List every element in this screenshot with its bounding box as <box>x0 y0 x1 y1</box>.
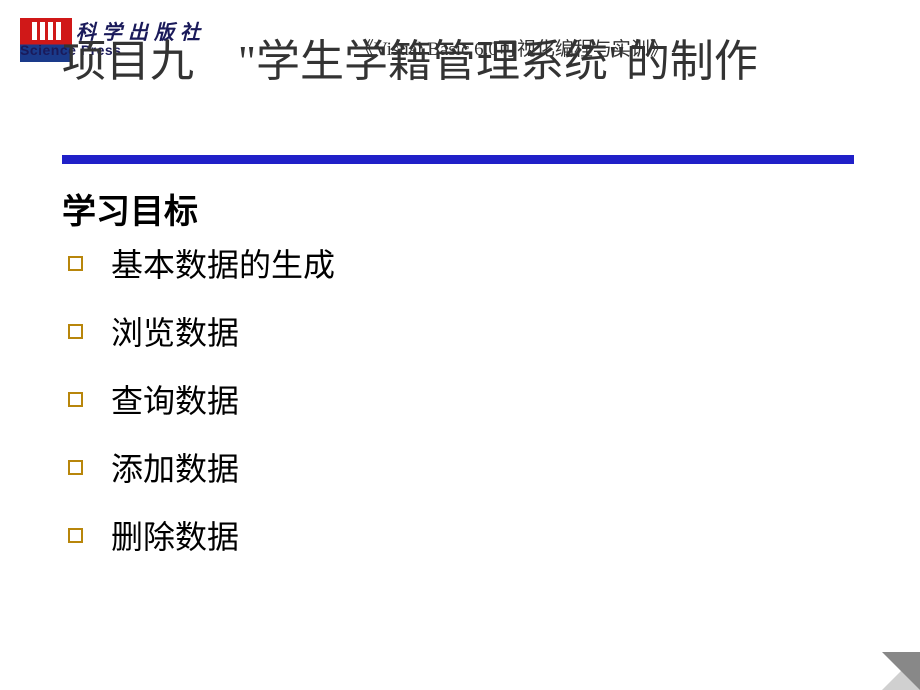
objectives-list: 基本数据的生成 浏览数据 查询数据 添加数据 删除数据 <box>68 240 335 580</box>
title-divider <box>62 155 854 164</box>
list-item-text: 浏览数据 <box>111 308 239 354</box>
slide-title: 项目九 "学生学籍管理系统"的制作 <box>62 32 862 91</box>
section-heading: 学习目标 <box>62 184 198 233</box>
list-item-text: 查询数据 <box>111 376 239 422</box>
list-item: 删除数据 <box>68 512 335 558</box>
list-item: 添加数据 <box>68 444 335 490</box>
bullet-square-icon <box>68 460 83 475</box>
list-item-text: 基本数据的生成 <box>111 240 335 286</box>
bullet-square-icon <box>68 528 83 543</box>
page-corner-fold-icon <box>882 652 920 690</box>
list-item: 浏览数据 <box>68 308 335 354</box>
bullet-square-icon <box>68 324 83 339</box>
list-item: 查询数据 <box>68 376 335 422</box>
list-item-text: 删除数据 <box>111 512 239 558</box>
bullet-square-icon <box>68 392 83 407</box>
list-item: 基本数据的生成 <box>68 240 335 286</box>
list-item-text: 添加数据 <box>111 444 239 490</box>
bullet-square-icon <box>68 256 83 271</box>
